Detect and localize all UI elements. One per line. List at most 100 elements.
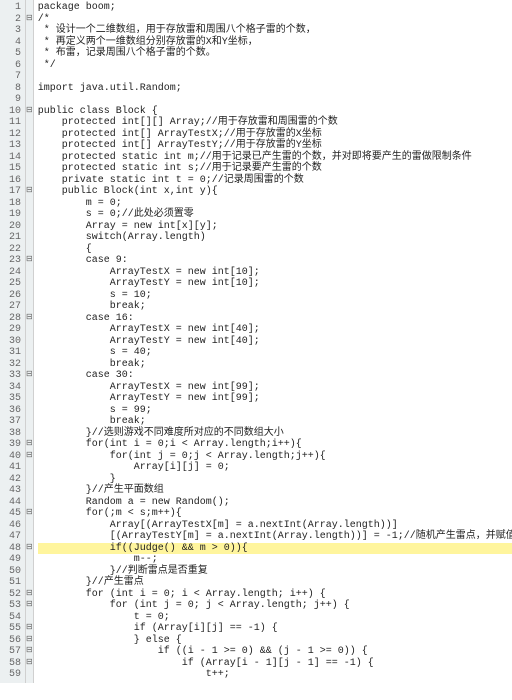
line-number: 32: [2, 359, 21, 371]
fold-toggle: [26, 554, 33, 566]
fold-toggle: [26, 566, 33, 578]
line-number: 45: [2, 508, 21, 520]
fold-gutter[interactable]: ⊟⊟⊟⊟⊟⊟⊟⊟⊟⊟⊟⊟⊟⊟⊟⊟: [26, 0, 34, 683]
fold-toggle: [26, 669, 33, 681]
code-line: break;: [38, 301, 512, 313]
fold-toggle: [26, 48, 33, 60]
fold-toggle[interactable]: ⊟: [26, 589, 33, 601]
line-number: 46: [2, 520, 21, 532]
code-line: protected int[] ArrayTestY;//用于存放雷的Y坐标: [38, 140, 512, 152]
fold-toggle[interactable]: ⊟: [26, 508, 33, 520]
line-number: 27: [2, 301, 21, 313]
code-line: for (int i = 0; i < Array.length; i++) {: [38, 589, 512, 601]
line-number: 53: [2, 600, 21, 612]
code-line: protected int[][] Array;//用于存放雷和周围雷的个数: [38, 117, 512, 129]
code-line: for(int j = 0;j < Array.length;j++){: [38, 451, 512, 463]
line-number: 8: [2, 83, 21, 95]
fold-toggle: [26, 221, 33, 233]
fold-toggle[interactable]: ⊟: [26, 255, 33, 267]
code-line: * 再定义两个一维数组分别存放雷的X和Y坐标，: [38, 37, 512, 49]
fold-toggle: [26, 301, 33, 313]
line-number: 24: [2, 267, 21, 279]
fold-toggle: [26, 152, 33, 164]
fold-toggle[interactable]: ⊟: [26, 623, 33, 635]
code-line: for (int j = 0; j < Array.length; j++) {: [38, 600, 512, 612]
line-number: 51: [2, 577, 21, 589]
line-number: 42: [2, 474, 21, 486]
line-number: 30: [2, 336, 21, 348]
fold-toggle: [26, 612, 33, 624]
fold-toggle: [26, 267, 33, 279]
fold-toggle: [26, 428, 33, 440]
fold-toggle: [26, 129, 33, 141]
code-line: */: [38, 60, 512, 72]
line-number: 55: [2, 623, 21, 635]
code-line: protected int[] ArrayTestX;//用于存放雷的X坐标: [38, 129, 512, 141]
code-line: case 16:: [38, 313, 512, 325]
fold-toggle[interactable]: ⊟: [26, 186, 33, 198]
line-number: 12: [2, 129, 21, 141]
code-line: public class Block {: [38, 106, 512, 118]
code-line: }//选则游戏不同难度所对应的不同数组大小: [38, 428, 512, 440]
code-line: import java.util.Random;: [38, 83, 512, 95]
code-line: switch(Array.length): [38, 232, 512, 244]
code-line: s = 0;//此处必须置零: [38, 209, 512, 221]
line-number: 26: [2, 290, 21, 302]
fold-toggle: [26, 485, 33, 497]
fold-toggle: [26, 94, 33, 106]
fold-toggle: [26, 140, 33, 152]
code-line: Array[i][j] = 0;: [38, 462, 512, 474]
line-number: 6: [2, 60, 21, 72]
code-line: ArrayTestY = new int[40];: [38, 336, 512, 348]
fold-toggle: [26, 60, 33, 72]
line-number: 37: [2, 416, 21, 428]
fold-toggle[interactable]: ⊟: [26, 658, 33, 670]
line-number: 9: [2, 94, 21, 106]
line-number: 14: [2, 152, 21, 164]
line-number: 25: [2, 278, 21, 290]
line-number: 47: [2, 531, 21, 543]
fold-toggle[interactable]: ⊟: [26, 600, 33, 612]
code-line: for(;m < s;m++){: [38, 508, 512, 520]
fold-toggle: [26, 163, 33, 175]
fold-toggle: [26, 117, 33, 129]
fold-toggle[interactable]: ⊟: [26, 370, 33, 382]
code-line: if ((i - 1 >= 0) && (j - 1 >= 0)) {: [38, 646, 512, 658]
code-line: * 设计一个二维数组，用于存放雷和周围八个格子雷的个数，: [38, 25, 512, 37]
code-line: {: [38, 244, 512, 256]
fold-toggle[interactable]: ⊟: [26, 543, 33, 555]
line-number: 7: [2, 71, 21, 83]
code-line: Array = new int[x][y];: [38, 221, 512, 233]
line-number: 36: [2, 405, 21, 417]
code-line: ArrayTestX = new int[40];: [38, 324, 512, 336]
fold-toggle[interactable]: ⊟: [26, 635, 33, 647]
code-line: }: [38, 474, 512, 486]
fold-toggle[interactable]: ⊟: [26, 106, 33, 118]
fold-toggle[interactable]: ⊟: [26, 313, 33, 325]
code-line: for(int i = 0;i < Array.length;i++){: [38, 439, 512, 451]
fold-toggle: [26, 520, 33, 532]
line-number: 5: [2, 48, 21, 60]
line-number-gutter: 1234567891011121314151617181920212223242…: [0, 0, 26, 683]
line-number: 48: [2, 543, 21, 555]
fold-toggle[interactable]: ⊟: [26, 439, 33, 451]
code-line: m--;: [38, 554, 512, 566]
code-line: }//产生平面数组: [38, 485, 512, 497]
code-line: [38, 94, 512, 106]
line-number: 54: [2, 612, 21, 624]
fold-toggle: [26, 37, 33, 49]
fold-toggle[interactable]: ⊟: [26, 646, 33, 658]
fold-toggle: [26, 531, 33, 543]
line-number: 4: [2, 37, 21, 49]
line-number: 10: [2, 106, 21, 118]
line-number: 44: [2, 497, 21, 509]
code-line: if (Array[i][j] == -1) {: [38, 623, 512, 635]
fold-toggle[interactable]: ⊟: [26, 451, 33, 463]
line-number: 59: [2, 669, 21, 681]
code-line: } else {: [38, 635, 512, 647]
code-line: case 30:: [38, 370, 512, 382]
fold-toggle: [26, 198, 33, 210]
line-number: 38: [2, 428, 21, 440]
fold-toggle: [26, 416, 33, 428]
fold-toggle[interactable]: ⊟: [26, 14, 33, 26]
